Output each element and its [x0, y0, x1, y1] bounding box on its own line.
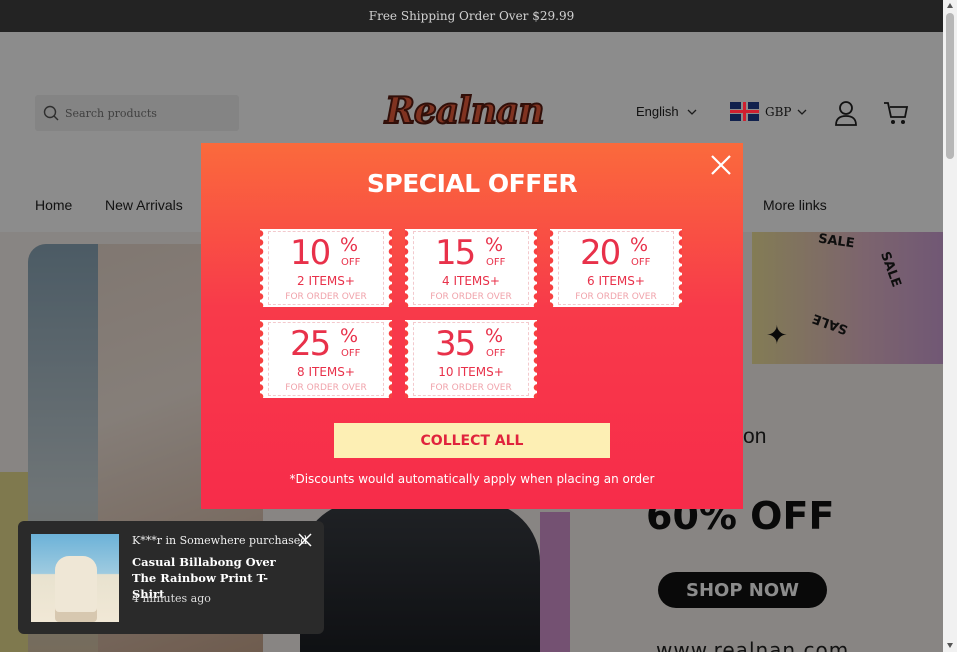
- coupon-percent: 10: [290, 233, 331, 273]
- collect-all-button[interactable]: COLLECT ALL: [334, 423, 610, 458]
- modal-backdrop-top: [0, 0, 943, 32]
- coupon-percent: 35: [435, 324, 476, 364]
- coupon-off: OFF: [486, 348, 506, 359]
- coupon-items: 6 ITEMS+: [587, 274, 645, 288]
- coupon-percent-sign: %: [485, 234, 504, 256]
- modal-title: SPECIAL OFFER: [366, 169, 578, 198]
- coupon-items: 8 ITEMS+: [297, 365, 355, 379]
- close-icon[interactable]: [709, 153, 733, 177]
- coupon-percent: 25: [290, 324, 331, 364]
- coupon-card: 25 % OFF 8 ITEMS+ FOR ORDER OVER: [260, 320, 392, 398]
- scroll-thumb[interactable]: [946, 13, 954, 159]
- coupon-card: 10 % OFF 2 ITEMS+ FOR ORDER OVER: [260, 229, 392, 307]
- coupon-off: OFF: [341, 348, 361, 359]
- purchase-who: K***r in Somewhere purchased: [132, 534, 308, 547]
- coupon-percent-sign: %: [485, 325, 504, 347]
- scroll-down-arrow-icon[interactable]: [946, 641, 954, 649]
- special-offer-modal: SPECIAL OFFER 10 % OFF 2 ITEMS+ FOR ORDE…: [201, 143, 743, 509]
- coupon-percent-sign: %: [340, 234, 359, 256]
- discount-disclaimer: *Discounts would automatically apply whe…: [289, 472, 655, 486]
- coupon-note: FOR ORDER OVER: [285, 292, 367, 302]
- coupon-note: FOR ORDER OVER: [285, 383, 367, 393]
- coupon-percent: 15: [435, 233, 476, 273]
- coupon-items: 2 ITEMS+: [297, 274, 355, 288]
- coupon-note: FOR ORDER OVER: [430, 383, 512, 393]
- coupon-card: 20 % OFF 6 ITEMS+ FOR ORDER OVER: [550, 229, 682, 307]
- coupon-percent-sign: %: [630, 234, 649, 256]
- coupon-off: OFF: [486, 257, 506, 268]
- page-scrollbar[interactable]: [943, 0, 957, 652]
- coupon-percent-sign: %: [340, 325, 359, 347]
- coupon-card: 15 % OFF 4 ITEMS+ FOR ORDER OVER: [405, 229, 537, 307]
- coupon-card: 35 % OFF 10 ITEMS+ FOR ORDER OVER: [405, 320, 537, 398]
- close-icon[interactable]: [298, 533, 312, 547]
- coupon-items: 4 ITEMS+: [442, 274, 500, 288]
- scroll-up-arrow-icon[interactable]: [946, 2, 954, 10]
- purchase-notification[interactable]: K***r in Somewhere purchased Casual Bill…: [18, 521, 324, 634]
- coupon-items: 10 ITEMS+: [438, 365, 504, 379]
- coupon-note: FOR ORDER OVER: [575, 292, 657, 302]
- purchase-time: 4 minutes ago: [132, 592, 211, 605]
- coupon-note: FOR ORDER OVER: [430, 292, 512, 302]
- product-thumbnail: [31, 534, 119, 622]
- coupon-off: OFF: [341, 257, 361, 268]
- coupon-off: OFF: [631, 257, 651, 268]
- coupon-percent: 20: [580, 233, 621, 273]
